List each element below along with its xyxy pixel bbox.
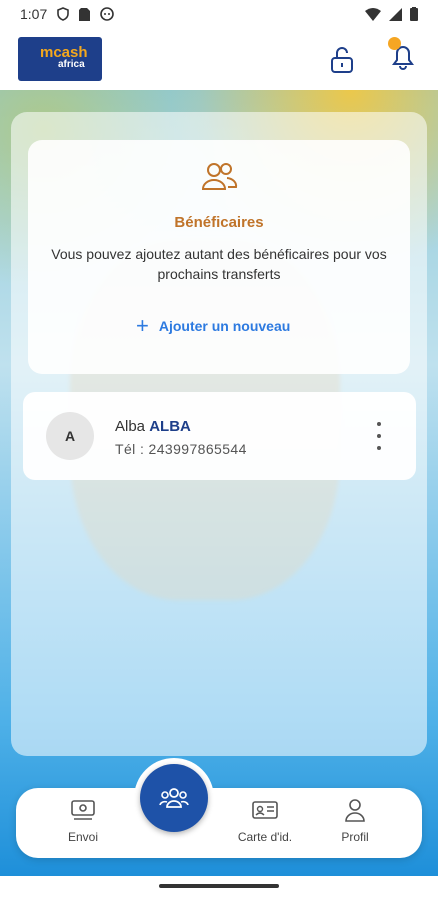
card-description: Vous pouvez ajoutez autant des bénéficai… (51, 246, 387, 282)
users-icon (201, 163, 238, 190)
logo-brand: mcash (40, 44, 88, 61)
battery-icon (410, 7, 418, 21)
id-card-icon (252, 801, 278, 819)
beneficiaries-fab-button[interactable] (140, 764, 208, 832)
shield-icon (57, 7, 70, 21)
plus-icon: + (136, 313, 149, 338)
beneficiary-list-item[interactable]: A Alba ALBA Tél : 243997865544 (23, 392, 416, 480)
face-icon (100, 7, 115, 21)
nav-carte-label: Carte d'id. (237, 830, 293, 844)
nav-envoi[interactable]: Envoi (38, 798, 128, 844)
beneficiary-name: Alba ALBA (115, 418, 191, 435)
status-bar: 1:07 (0, 0, 438, 28)
add-beneficiary-label: Ajouter un nouveau (158, 318, 291, 334)
beneficiaries-card: Bénéficaires Vous pouvez ajoutez autant … (28, 140, 410, 374)
beneficiary-last-name: ALBA (149, 418, 191, 435)
beneficiary-phone: Tél : 243997865544 (115, 441, 247, 457)
sim-icon (79, 7, 91, 21)
notification-badge (388, 37, 401, 50)
unlock-icon[interactable] (330, 46, 354, 74)
avatar: A (46, 412, 94, 460)
wifi-icon (365, 7, 381, 21)
group-icon (159, 788, 189, 808)
mcash-africa-logo: mcash africa (18, 37, 102, 81)
profile-icon (345, 799, 365, 822)
status-time: 1:07 (20, 6, 48, 22)
beneficiary-first-name: Alba (115, 418, 146, 435)
nav-profil[interactable]: Profil (310, 798, 400, 844)
bottom-nav: Envoi Carte d'id. Profil (16, 788, 422, 858)
signal-icon (389, 7, 402, 21)
app-header: mcash africa (0, 28, 438, 90)
nav-carte-id[interactable]: Carte d'id. (220, 798, 310, 844)
more-options-icon[interactable] (371, 422, 387, 450)
send-money-icon (71, 800, 95, 820)
nav-envoi-label: Envoi (67, 830, 99, 844)
add-beneficiary-button[interactable]: + Ajouter un nouveau (136, 313, 291, 338)
home-indicator[interactable] (159, 884, 279, 888)
logo-sub: africa (58, 59, 85, 70)
nav-profil-label: Profil (341, 830, 369, 844)
card-title: Bénéficaires (174, 214, 264, 231)
